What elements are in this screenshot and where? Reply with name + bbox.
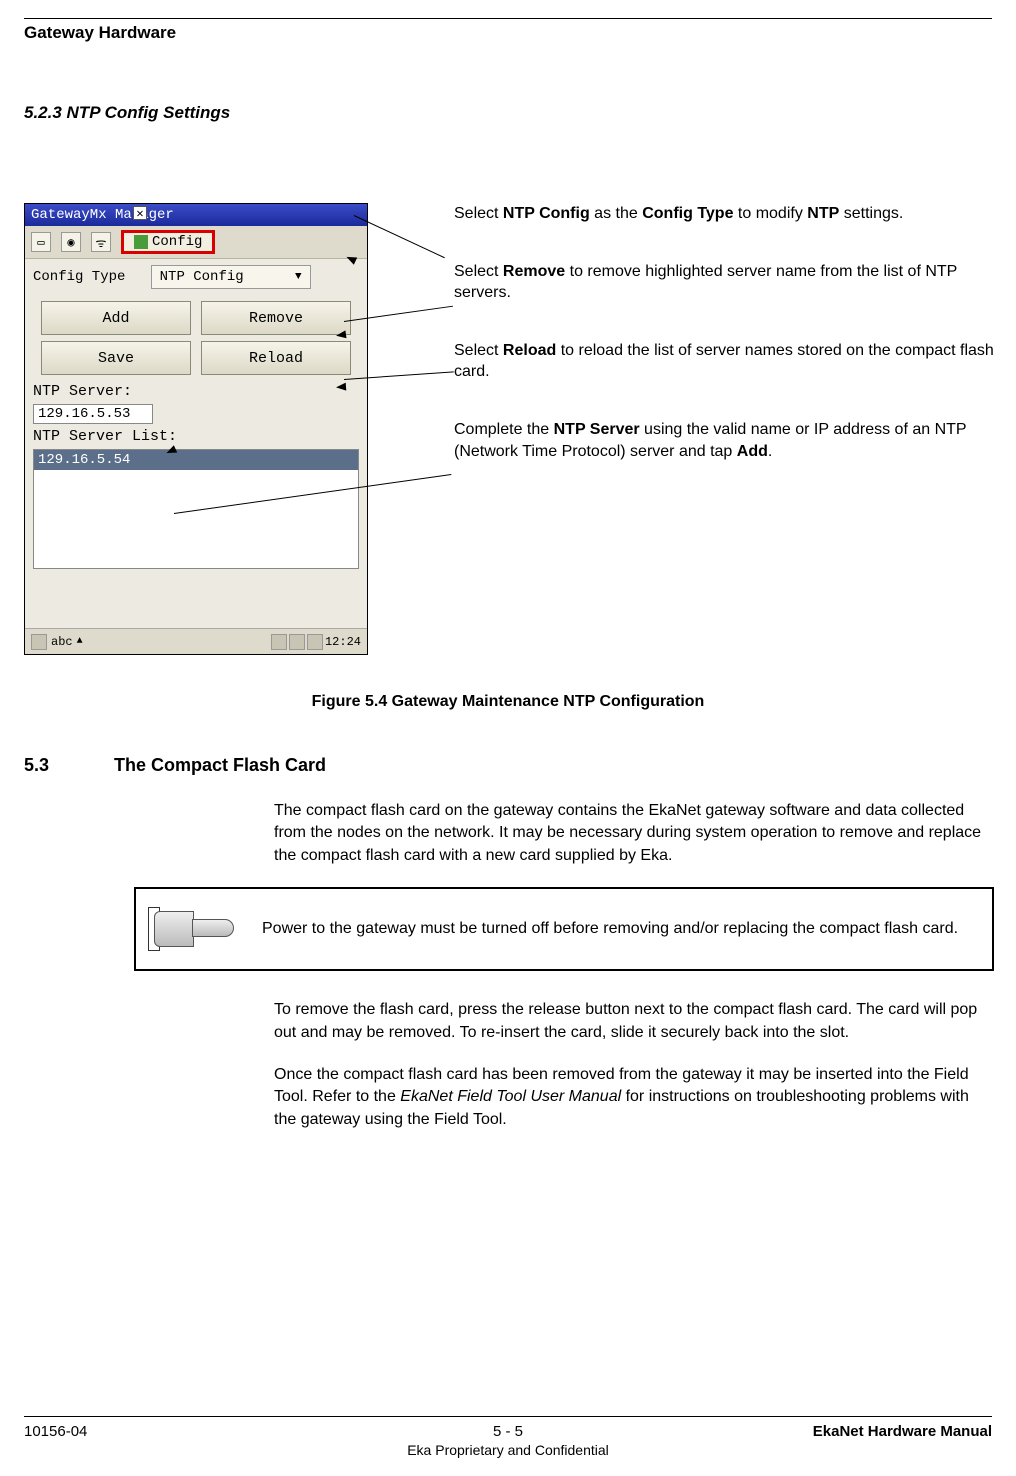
running-head: Gateway Hardware (24, 23, 992, 43)
annotation-remove: Select Remove to remove highlighted serv… (454, 261, 994, 304)
footer-confidential: Eka Proprietary and Confidential (24, 1442, 992, 1458)
ntp-server-input[interactable]: 129.16.5.53 (33, 404, 153, 424)
status-icon-2 (289, 634, 305, 650)
save-button[interactable]: Save (41, 341, 191, 375)
section-5-3-p2: To remove the flash card, press the rele… (274, 999, 994, 1044)
screenshot-gateway-manager: GatewayMx Manager ✕ ▭ ◉ ᯤ Config Config … (24, 203, 368, 655)
note-text: Power to the gateway must be turned off … (262, 918, 958, 940)
figure-5-4: GatewayMx Manager ✕ ▭ ◉ ᯤ Config Config … (24, 203, 992, 683)
section-5-3-p1: The compact flash card on the gateway co… (274, 800, 994, 867)
config-tab-label: Config (152, 234, 202, 250)
config-type-value: NTP Config (160, 269, 244, 285)
window-title: GatewayMx Manager (31, 207, 174, 223)
chevron-down-icon: ▼ (295, 271, 302, 283)
chevron-up-icon[interactable]: ▲ (77, 636, 83, 647)
annotation-ntp-server: Complete the NTP Server using the valid … (454, 419, 994, 462)
status-icon-3 (307, 634, 323, 650)
ntp-server-list-item[interactable]: 129.16.5.54 (34, 450, 358, 470)
config-type-row: Config Type NTP Config ▼ (25, 259, 367, 295)
toolbar-icon-3[interactable]: ᯤ (91, 232, 111, 252)
footer-page-number: 5 - 5 (24, 1423, 992, 1440)
reload-button[interactable]: Reload (201, 341, 351, 375)
config-type-dropdown[interactable]: NTP Config ▼ (151, 265, 311, 289)
config-tab-icon (134, 235, 148, 249)
remove-button[interactable]: Remove (201, 301, 351, 335)
status-icon-1 (271, 634, 287, 650)
config-type-label: Config Type (33, 269, 125, 285)
status-icon-start[interactable] (31, 634, 47, 650)
page-footer: 10156-04 5 - 5 EkaNet Hardware Manual Ek… (24, 1416, 992, 1458)
toolbar-icon-2[interactable]: ◉ (61, 232, 81, 252)
annotation-reload: Select Reload to reload the list of serv… (454, 340, 994, 383)
window-titlebar: GatewayMx Manager ✕ (25, 204, 367, 226)
config-tab[interactable]: Config (121, 230, 215, 254)
section-5-3-number: 5.3 (24, 755, 84, 776)
pointing-hand-icon (154, 903, 234, 955)
toolbar: ▭ ◉ ᯤ Config (25, 226, 367, 259)
statusbar: abc ▲ 12:24 (25, 628, 367, 654)
toolbar-icon-1[interactable]: ▭ (31, 232, 51, 252)
input-mode-indicator[interactable]: abc (51, 635, 73, 649)
ntp-server-label: NTP Server: (25, 381, 367, 402)
section-5-3-p3: Once the compact flash card has been rem… (274, 1064, 994, 1131)
add-button[interactable]: Add (41, 301, 191, 335)
section-5-3-title: The Compact Flash Card (114, 755, 326, 776)
status-time: 12:24 (325, 635, 361, 649)
close-icon[interactable]: ✕ (133, 206, 147, 220)
annotation-ntp-config: Select NTP Config as the Config Type to … (454, 203, 994, 225)
note-box: Power to the gateway must be turned off … (134, 887, 994, 971)
figure-caption: Figure 5.4 Gateway Maintenance NTP Confi… (24, 693, 992, 711)
ntp-server-list-label: NTP Server List: (25, 426, 367, 447)
section-5-2-3-heading: 5.2.3 NTP Config Settings (24, 103, 992, 123)
